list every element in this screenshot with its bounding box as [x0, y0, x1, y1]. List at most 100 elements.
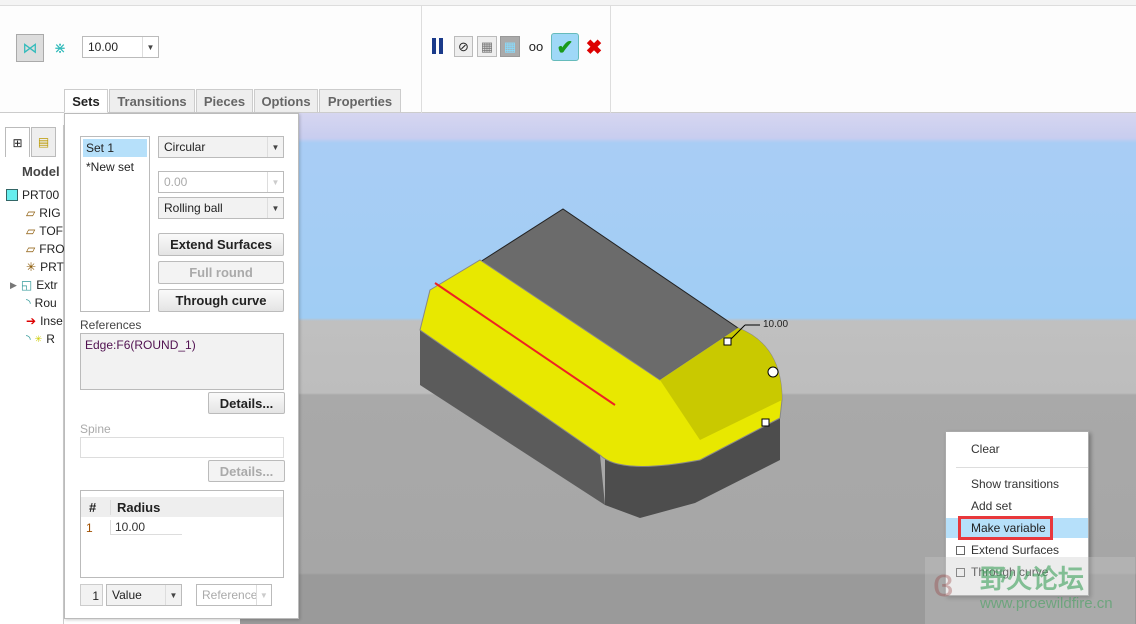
chevron-down-icon: ▼: [267, 172, 283, 192]
radius-combo[interactable]: 10.00 ▼: [82, 36, 159, 58]
round-icon: ◝: [26, 296, 31, 310]
reference-mode: Reference: [202, 588, 256, 602]
table-header: # Radius: [81, 497, 283, 517]
row-index: 1: [80, 584, 103, 606]
sets-list: Set 1 *New set: [80, 136, 150, 312]
constant-round-icon[interactable]: ⋈: [16, 34, 44, 62]
full-round-button: Full round: [158, 261, 284, 284]
menu-divider: [956, 467, 1088, 468]
tree-label: Extr: [36, 278, 58, 292]
set-item[interactable]: Set 1: [83, 139, 147, 157]
tab-pieces[interactable]: Pieces: [196, 89, 253, 113]
butterfly-logo-icon: ɞ: [933, 561, 954, 605]
reference-mode-select: Reference ▼: [196, 584, 272, 606]
tree-item-top[interactable]: ▱ TOF: [26, 224, 63, 238]
chevron-down-icon: ▼: [255, 585, 271, 605]
expand-icon[interactable]: ▶: [10, 280, 17, 291]
col-radius: Radius: [110, 499, 182, 515]
chamfer-mode-icon[interactable]: ⋇: [46, 34, 74, 62]
tree-item-round[interactable]: ◝ Rou: [26, 296, 57, 310]
pause-icon[interactable]: [432, 38, 444, 54]
sets-panel: Set 1 *New set Circular ▼ 0.00 ▼ Rolling b…: [64, 113, 299, 619]
cell-radius[interactable]: 10.00: [110, 520, 182, 535]
tab-options[interactable]: Options: [254, 89, 318, 113]
extrude-icon: ◱: [20, 278, 33, 292]
layers-tab-icon[interactable]: ▤: [31, 127, 56, 157]
value-text: 0.00: [164, 175, 188, 189]
tree-item-front[interactable]: ▱ FRO: [26, 242, 65, 256]
geometry-preview-icon[interactable]: ▦: [477, 36, 497, 57]
tree-item-csys[interactable]: ✳ PRT: [26, 260, 64, 274]
tree-label: PRT: [40, 260, 64, 274]
chevron-down-icon[interactable]: ▼: [142, 37, 158, 57]
shape-value: Circular: [164, 140, 206, 154]
menu-item-clear[interactable]: Clear: [971, 442, 1000, 456]
csys-icon: ✳: [26, 260, 37, 274]
verify-preview-icon[interactable]: ▦: [500, 36, 520, 57]
tree-label: R: [46, 332, 55, 346]
watermark-cn: 野火论坛: [980, 564, 1085, 594]
plane-icon: ▱: [26, 242, 36, 256]
radius-dimension[interactable]: 10.00: [763, 319, 788, 330]
shape-select[interactable]: Circular ▼: [158, 136, 284, 158]
tree-label: Inse: [40, 314, 63, 328]
tab-properties[interactable]: Properties: [319, 89, 401, 113]
menu-item-show-transitions[interactable]: Show transitions: [971, 477, 1059, 491]
watermark-url: www.proewildfire.cn: [980, 595, 1113, 612]
checkbox-icon[interactable]: [956, 546, 965, 555]
references-box[interactable]: Edge:F6(ROUND_1): [80, 333, 284, 390]
table-row[interactable]: 1 10.00: [81, 517, 283, 538]
tree-item-new-round[interactable]: ◝ ✳ R: [26, 332, 55, 346]
drag-handle: [723, 337, 732, 346]
spine-details-button: Details...: [208, 460, 285, 482]
part-icon: [6, 189, 18, 201]
insert-arrow-icon: ➔: [26, 314, 37, 328]
menu-item-extend-surfaces[interactable]: Extend Surfaces: [971, 543, 1059, 557]
tree-item-right[interactable]: ▱ RIG: [26, 206, 61, 220]
no-preview-icon[interactable]: ⊘: [454, 36, 473, 57]
chevron-down-icon[interactable]: ▼: [267, 137, 283, 157]
round-icon: ◝: [26, 332, 31, 346]
spine-label: Spine: [80, 422, 111, 436]
radius-handle: [767, 366, 779, 378]
drag-handle: [761, 418, 770, 427]
tree-tab-icon[interactable]: ⊞: [5, 127, 30, 157]
tree-header: Model: [22, 164, 60, 179]
value-mode-select[interactable]: Value ▼: [106, 584, 182, 606]
separator: [421, 6, 422, 113]
chevron-down-icon[interactable]: ▼: [267, 198, 283, 218]
method-value: Rolling ball: [164, 201, 223, 215]
x-icon[interactable]: ✖: [583, 36, 605, 59]
plane-icon: ▱: [26, 224, 36, 238]
tree-label: PRT00: [22, 188, 60, 202]
references-details-button[interactable]: Details...: [208, 392, 285, 414]
chevron-down-icon[interactable]: ▼: [165, 585, 181, 605]
col-index: #: [89, 499, 97, 515]
tree-item-part[interactable]: PRT00: [6, 188, 59, 202]
new-set-item[interactable]: *New set: [81, 159, 149, 175]
cell-index: 1: [86, 520, 93, 535]
value-field: 0.00 ▼: [158, 171, 284, 193]
radius-value: 10.00: [88, 40, 119, 54]
menu-item-add-set[interactable]: Add set: [971, 499, 1012, 513]
tree-item-insert[interactable]: ➔ Inse: [26, 314, 63, 328]
new-feature-icon: ✳: [34, 333, 43, 344]
extend-surfaces-button[interactable]: Extend Surfaces: [158, 233, 284, 256]
method-select[interactable]: Rolling ball ▼: [158, 197, 284, 219]
menu-item-make-variable[interactable]: Make variable: [971, 521, 1046, 535]
tab-transitions[interactable]: Transitions: [109, 89, 195, 113]
tree-label: TOF: [39, 224, 64, 238]
references-label: References: [80, 318, 142, 332]
through-curve-button[interactable]: Through curve: [158, 289, 284, 312]
reference-item[interactable]: Edge:F6(ROUND_1): [85, 338, 196, 352]
model-tree: ⊞ ▤ Model PRT00 ▱ RIG ▱ TOF ▱ FRO ✳ PRT ▶ ◱ Ex…: [0, 125, 65, 624]
tree-item-extrude[interactable]: ▶ ◱ Extr: [10, 278, 58, 292]
radius-table: # Radius 1 10.00: [80, 490, 284, 578]
tree-label: Rou: [34, 296, 57, 310]
separator: [610, 6, 611, 113]
glasses-icon[interactable]: oo: [524, 36, 548, 57]
plane-icon: ▱: [26, 206, 36, 220]
check-icon[interactable]: ✔: [551, 33, 579, 61]
tab-sets[interactable]: Sets: [64, 89, 108, 113]
tree-label: FRO: [39, 242, 65, 256]
